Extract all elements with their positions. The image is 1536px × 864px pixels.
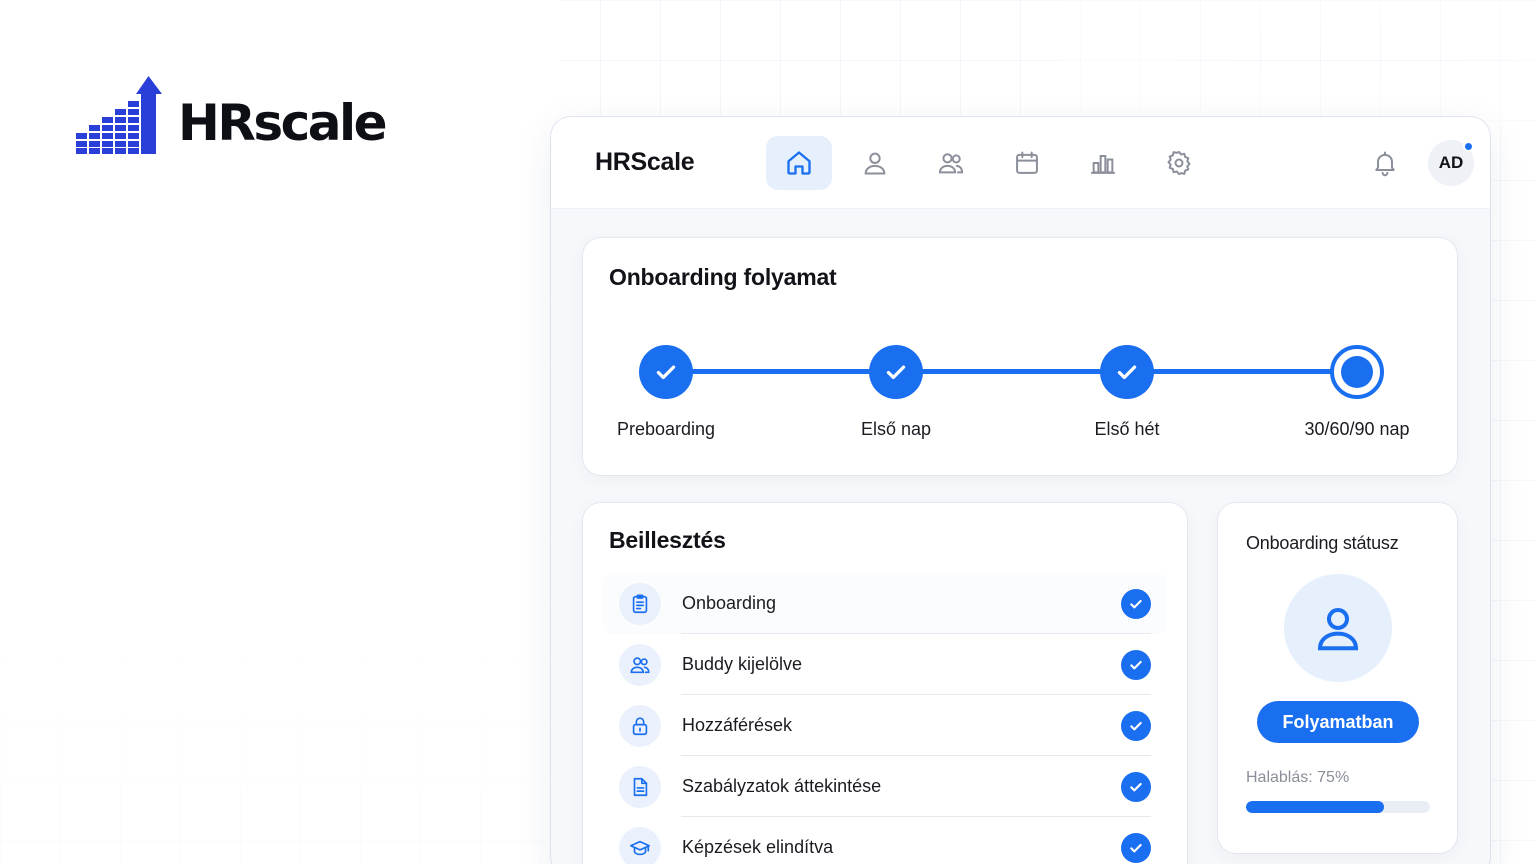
user-icon	[1317, 607, 1359, 651]
step-first-day[interactable]: Első nap	[796, 345, 996, 440]
top-navigation-bar: HRScale AD	[551, 117, 1490, 209]
step-preboarding[interactable]: Preboarding	[566, 345, 766, 440]
gear-icon	[1167, 150, 1191, 175]
status-badge[interactable]: Folyamatban	[1257, 701, 1419, 743]
onboarding-process-card: Onboarding folyamat Preboarding Első nap…	[583, 238, 1457, 475]
check-icon	[1121, 771, 1151, 802]
step-label: 30/60/90 nap	[1304, 419, 1410, 439]
onboarding-status-card: Onboarding státusz Folyamatban Halablás:…	[1218, 503, 1457, 853]
document-icon	[619, 765, 661, 808]
brand-logo: HRscale	[76, 76, 388, 154]
process-track	[665, 369, 1355, 374]
users-icon	[938, 152, 964, 173]
bell-icon	[1375, 151, 1395, 176]
list-item[interactable]: Onboarding	[603, 573, 1167, 634]
list-item[interactable]: Szabályzatok áttekintése	[603, 756, 1167, 817]
calendar-icon	[1016, 151, 1038, 174]
notification-dot	[1463, 140, 1474, 152]
step-current-icon	[1330, 345, 1384, 399]
insert-checklist-card: Beillesztés Onboarding Buddy kijelölve H…	[583, 503, 1187, 864]
list-item-label: Hozzáférések	[682, 715, 793, 735]
check-icon	[1121, 832, 1151, 863]
check-icon	[1121, 649, 1151, 680]
background-fade-top	[1060, 0, 1536, 130]
list-item[interactable]: Hozzáférések	[603, 695, 1167, 756]
step-done-icon	[639, 345, 693, 399]
step-done-icon	[1100, 345, 1154, 399]
insert-title: Beillesztés	[609, 527, 726, 553]
user-avatar[interactable]: AD	[1428, 139, 1474, 186]
step-label: Első nap	[860, 419, 932, 439]
list-item[interactable]: Képzések elindítva	[603, 817, 1167, 864]
main-nav	[766, 135, 1212, 190]
top-right-actions: AD	[1364, 139, 1474, 186]
notifications-button[interactable]	[1364, 142, 1406, 184]
bar-chart-icon	[1090, 154, 1116, 174]
step-first-week[interactable]: Első hét	[1027, 345, 1227, 440]
bar-growth-logo-icon	[76, 76, 162, 154]
home-icon	[787, 150, 811, 175]
nav-settings[interactable]	[1146, 136, 1212, 190]
check-icon	[1121, 710, 1151, 741]
clipboard-icon	[619, 582, 661, 625]
progress-bar	[1246, 801, 1430, 813]
step-done-icon	[869, 345, 923, 399]
avatar-initials: AD	[1438, 152, 1464, 172]
graduation-cap-icon	[619, 826, 661, 864]
status-title: Onboarding státusz	[1246, 533, 1399, 553]
user-icon	[864, 152, 886, 174]
users-icon	[619, 643, 661, 686]
nav-profile[interactable]	[842, 136, 908, 190]
check-icon	[1121, 588, 1151, 619]
lock-icon	[619, 704, 661, 747]
list-item-label: Buddy kijelölve	[682, 654, 803, 674]
list-item-label: Onboarding	[682, 593, 777, 613]
nav-reports[interactable]	[1070, 136, 1136, 190]
step-label: Első hét	[1094, 419, 1160, 439]
checklist: Onboarding Buddy kijelölve Hozzáférések …	[603, 573, 1167, 864]
list-item-label: Szabályzatok áttekintése	[682, 776, 882, 796]
nav-home[interactable]	[766, 135, 832, 190]
list-item[interactable]: Buddy kijelölve	[603, 634, 1167, 695]
status-avatar	[1284, 574, 1392, 682]
brand-wordmark: HRscale	[178, 94, 388, 152]
list-item-label: Képzések elindítva	[682, 837, 834, 857]
app-window: HRScale AD Onboarding folyamat Preboardi…	[551, 117, 1490, 864]
process-title: Onboarding folyamat	[609, 264, 837, 290]
progress-label: Halablás: 75%	[1246, 769, 1350, 786]
nav-team[interactable]	[918, 136, 984, 190]
step-label: Preboarding	[616, 419, 716, 439]
progress-bar-fill	[1246, 801, 1384, 813]
step-30-60-90[interactable]: 30/60/90 nap	[1257, 345, 1457, 440]
nav-calendar[interactable]	[994, 136, 1060, 190]
app-title: HRScale	[595, 148, 695, 176]
